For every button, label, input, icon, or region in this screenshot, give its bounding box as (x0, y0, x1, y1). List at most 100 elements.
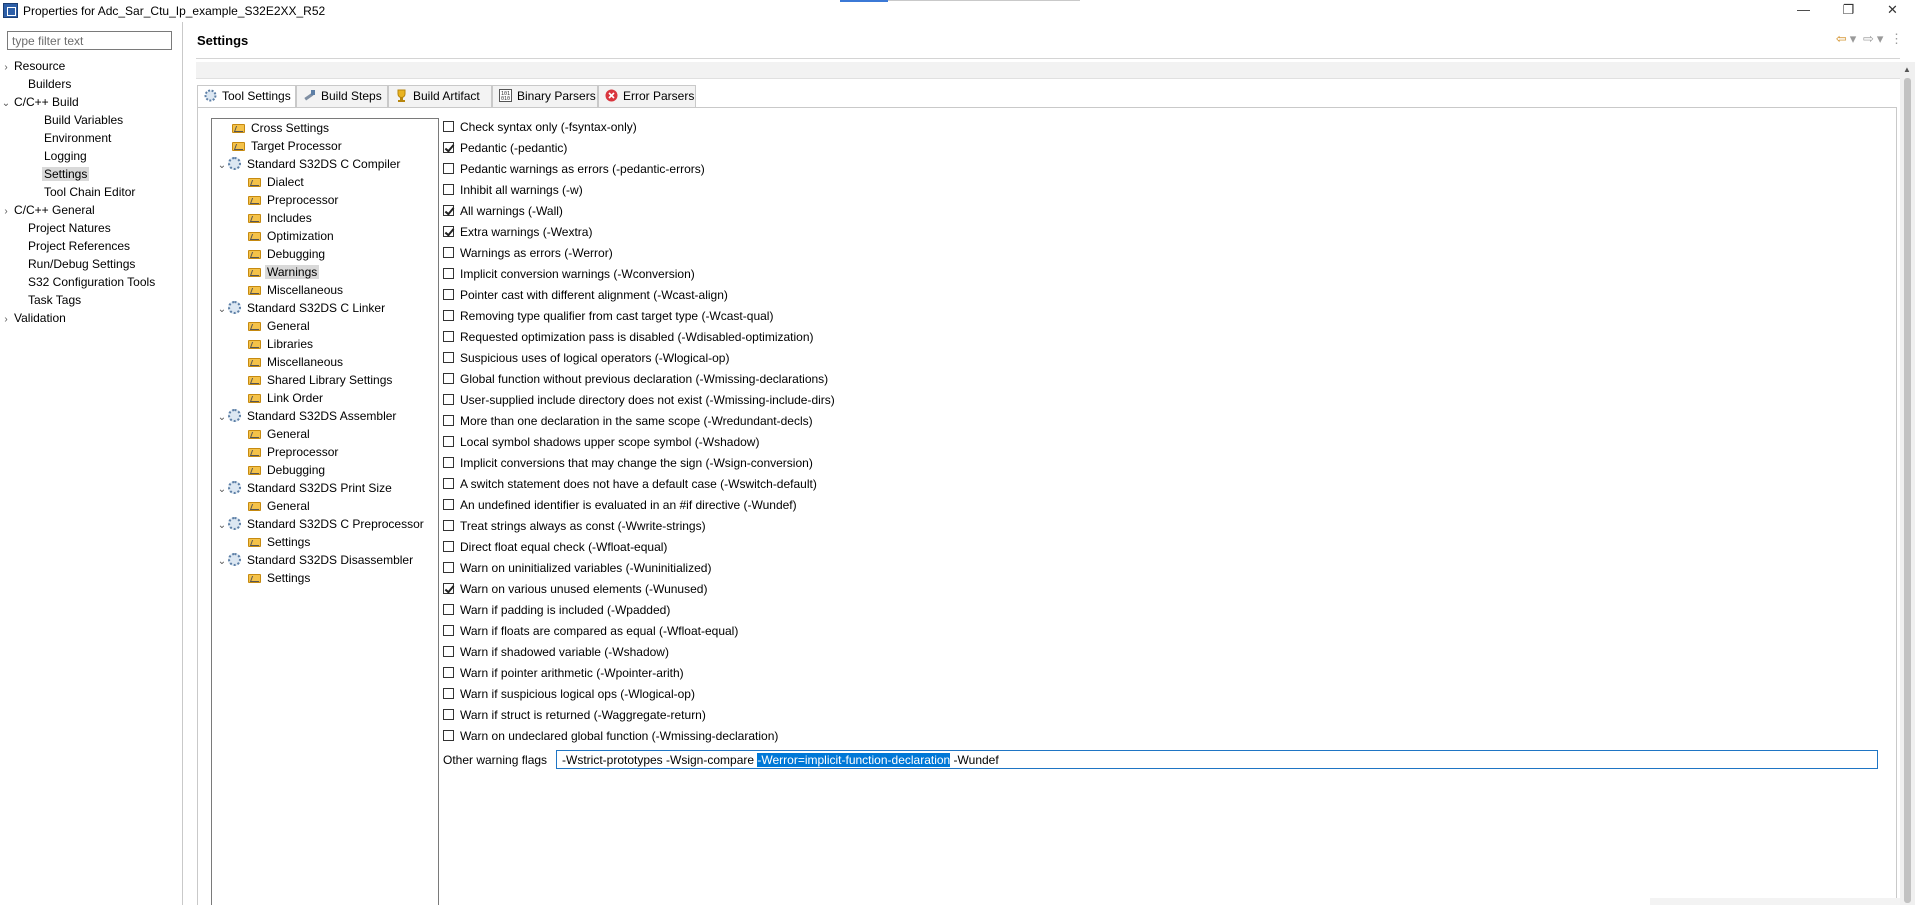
checkbox-unchecked[interactable] (443, 667, 454, 678)
checkbox-unchecked[interactable] (443, 310, 454, 321)
checkbox-unchecked[interactable] (443, 331, 454, 342)
tool-tree-item[interactable]: Target Processor (232, 137, 344, 155)
tool-tree-item[interactable]: Settings (248, 533, 312, 551)
chevron-down-icon[interactable]: ⌄ (216, 481, 228, 499)
chevron-down-icon[interactable]: ⌄ (216, 409, 228, 427)
tab-tool-settings[interactable]: Tool Settings (197, 85, 296, 108)
warning-option[interactable]: Direct float equal check (-Wfloat-equal) (443, 538, 667, 556)
warning-option[interactable]: Warn on undeclared global function (-Wmi… (443, 727, 778, 745)
tool-tree-item[interactable]: Settings (248, 569, 312, 587)
tool-tree-group[interactable]: ⌄ Standard S32DS Print Size (216, 479, 394, 497)
tool-tree-item[interactable]: Preprocessor (248, 191, 340, 209)
tool-tree-group[interactable]: ⌄ Standard S32DS C Compiler (216, 155, 402, 173)
checkbox-unchecked[interactable] (443, 625, 454, 636)
checkbox-unchecked[interactable] (443, 646, 454, 657)
tool-tree-item[interactable]: Shared Library Settings (248, 371, 394, 389)
tool-tree-item[interactable]: Miscellaneous (248, 353, 345, 371)
warning-option[interactable]: Implicit conversion warnings (-Wconversi… (443, 265, 695, 283)
chevron-down-icon[interactable]: ⌄ (216, 157, 228, 175)
tool-tree-item[interactable]: Cross Settings (232, 119, 331, 137)
warning-option[interactable]: Inhibit all warnings (-w) (443, 181, 583, 199)
warning-option[interactable]: User-supplied include directory does not… (443, 391, 835, 409)
checkbox-unchecked[interactable] (443, 352, 454, 363)
warning-option[interactable]: Treat strings always as const (-Wwrite-s… (443, 517, 706, 535)
warning-option[interactable]: Removing type qualifier from cast target… (443, 307, 773, 325)
sidebar-item[interactable]: Task Tags (26, 291, 83, 309)
warning-option[interactable]: An undefined identifier is evaluated in … (443, 496, 797, 514)
tab-build-artifact[interactable]: Build Artifact (388, 85, 492, 107)
tool-tree-item[interactable]: Debugging (248, 461, 327, 479)
warning-option[interactable]: Warn if padding is included (-Wpadded) (443, 601, 670, 619)
warning-option[interactable]: Warn if struct is returned (-Waggregate-… (443, 706, 706, 724)
checkbox-unchecked[interactable] (443, 373, 454, 384)
warning-option[interactable]: Pointer cast with different alignment (-… (443, 286, 728, 304)
tool-tree-group[interactable]: ⌄ Standard S32DS Disassembler (216, 551, 415, 569)
warning-option[interactable]: All warnings (-Wall) (443, 202, 563, 220)
warning-option[interactable]: Check syntax only (-fsyntax-only) (443, 118, 637, 136)
warning-option[interactable]: More than one declaration in the same sc… (443, 412, 813, 430)
sidebar-item[interactable]: Build Variables (42, 111, 125, 129)
tool-tree-item[interactable]: Preprocessor (248, 443, 340, 461)
sidebar-item[interactable]: ⌄ C/C++ Build (2, 93, 81, 111)
warning-option[interactable]: Suspicious uses of logical operators (-W… (443, 349, 729, 367)
restore-button[interactable]: ❐ (1826, 0, 1871, 22)
close-button[interactable]: ✕ (1870, 0, 1915, 22)
warning-option[interactable]: Warn on various unused elements (-Wunuse… (443, 580, 707, 598)
checkbox-unchecked[interactable] (443, 520, 454, 531)
checkbox-unchecked[interactable] (443, 478, 454, 489)
warning-option[interactable]: Local symbol shadows upper scope symbol … (443, 433, 759, 451)
chevron-down-icon[interactable]: ⌄ (216, 517, 228, 535)
filter-input[interactable] (7, 31, 172, 50)
scroll-up-icon[interactable]: ▲ (1903, 65, 1911, 74)
sidebar-item[interactable]: › Validation (4, 309, 68, 327)
sidebar-item[interactable]: Builders (26, 75, 73, 93)
tool-tree-item[interactable]: General (248, 317, 312, 335)
forward-dropdown-icon[interactable]: ▾ (1877, 31, 1884, 46)
warning-option[interactable]: Pedantic warnings as errors (-pedantic-e… (443, 160, 705, 178)
warning-option[interactable]: Global function without previous declara… (443, 370, 828, 388)
back-arrow-icon[interactable]: ⇦ (1836, 31, 1847, 46)
sidebar-item[interactable]: Settings (42, 165, 90, 183)
checkbox-checked[interactable] (443, 205, 454, 216)
checkbox-unchecked[interactable] (443, 562, 454, 573)
sidebar-item[interactable]: › Resource (4, 57, 67, 75)
warning-option[interactable]: Warn if suspicious logical ops (-Wlogica… (443, 685, 695, 703)
vertical-scrollbar[interactable]: ▲ (1900, 62, 1915, 905)
checkbox-unchecked[interactable] (443, 688, 454, 699)
tool-tree-item[interactable]: Debugging (248, 245, 327, 263)
sidebar-item[interactable]: Run/Debug Settings (26, 255, 137, 273)
sidebar-item[interactable]: Environment (42, 129, 113, 147)
sidebar-item[interactable]: Tool Chain Editor (42, 183, 137, 201)
checkbox-unchecked[interactable] (443, 541, 454, 552)
warning-option[interactable]: Requested optimization pass is disabled … (443, 328, 814, 346)
tool-tree-group[interactable]: ⌄ Standard S32DS C Linker (216, 299, 387, 317)
sidebar-item[interactable]: S32 Configuration Tools (26, 273, 157, 291)
warning-option[interactable]: Warn if pointer arithmetic (-Wpointer-ar… (443, 664, 684, 682)
checkbox-unchecked[interactable] (443, 268, 454, 279)
tab-binary-parsers[interactable]: 101 010 Binary Parsers (492, 85, 598, 107)
warning-option[interactable]: Warnings as errors (-Werror) (443, 244, 613, 262)
warning-option[interactable]: Pedantic (-pedantic) (443, 139, 567, 157)
tab-error-parsers[interactable]: Error Parsers (598, 85, 696, 107)
checkbox-unchecked[interactable] (443, 499, 454, 510)
checkbox-unchecked[interactable] (443, 709, 454, 720)
minimize-button[interactable]: — (1781, 0, 1826, 22)
checkbox-unchecked[interactable] (443, 163, 454, 174)
tool-tree-item[interactable]: General (248, 425, 312, 443)
checkbox-unchecked[interactable] (443, 184, 454, 195)
view-menu-icon[interactable]: ⋮ (1890, 31, 1903, 46)
checkbox-unchecked[interactable] (443, 415, 454, 426)
checkbox-unchecked[interactable] (443, 394, 454, 405)
tool-tree-item[interactable]: Dialect (248, 173, 306, 191)
tool-tree-item[interactable]: Miscellaneous (248, 281, 345, 299)
warning-option[interactable]: Implicit conversions that may change the… (443, 454, 813, 472)
warning-option[interactable]: Extra warnings (-Wextra) (443, 223, 592, 241)
checkbox-unchecked[interactable] (443, 457, 454, 468)
sidebar-item[interactable]: › C/C++ General (4, 201, 97, 219)
tool-tree-item[interactable]: Optimization (248, 227, 336, 245)
tool-tree-item[interactable]: Warnings (248, 263, 320, 281)
sidebar-item[interactable]: Project Natures (26, 219, 113, 237)
tool-tree-item[interactable]: Includes (248, 209, 314, 227)
sidebar-item[interactable]: Project References (26, 237, 132, 255)
chevron-right-icon[interactable]: › (0, 311, 12, 329)
